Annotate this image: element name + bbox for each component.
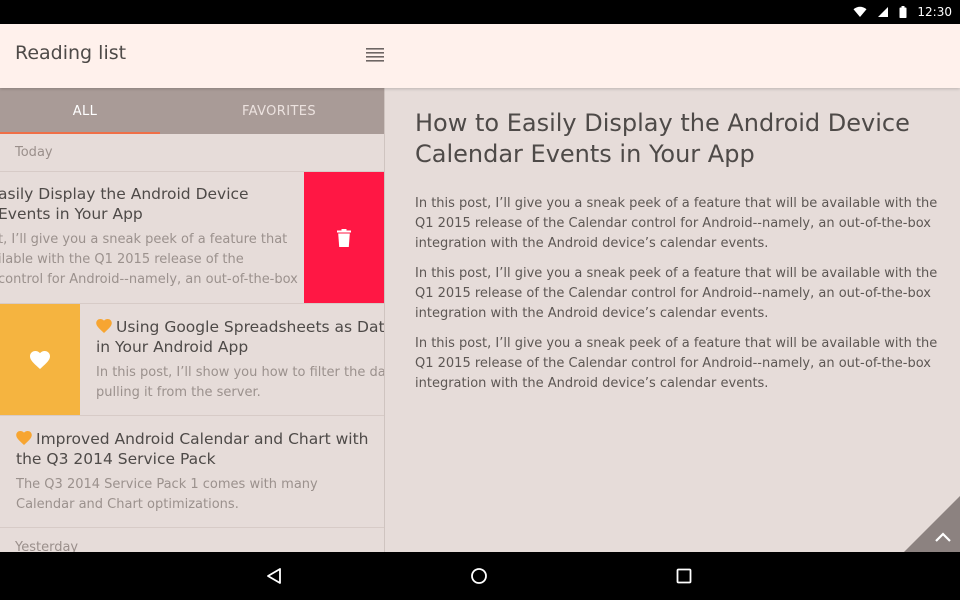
tab-bar: ALL FAVORITES xyxy=(0,88,384,134)
list-item[interactable]: asily Display the Android Device Events … xyxy=(0,172,384,303)
tab-favorites[interactable]: FAVORITES xyxy=(180,88,378,134)
favorite-heart-icon xyxy=(96,319,112,333)
app-title: Reading list xyxy=(15,42,127,64)
list-item-summary: In this post, I’ll show you how to filte… xyxy=(96,365,384,400)
divider xyxy=(0,527,384,528)
trash-icon[interactable] xyxy=(337,228,351,247)
favorite-action[interactable] xyxy=(0,304,80,415)
section-header-today: Today xyxy=(15,145,53,160)
list-item-title: Using Google Spreadsheets as Data S in Y… xyxy=(96,318,384,356)
delete-action[interactable] xyxy=(304,172,384,303)
tab-all[interactable]: ALL xyxy=(0,88,170,134)
list-item[interactable]: Improved Android Calendar and Chart with… xyxy=(0,416,384,527)
status-bar: 12:30 xyxy=(0,0,960,24)
article-title: How to Easily Display the Android Device… xyxy=(415,109,910,168)
wifi-icon xyxy=(853,6,867,17)
list-icon[interactable] xyxy=(366,46,384,64)
signal-icon xyxy=(878,7,889,17)
tab-indicator xyxy=(0,132,160,134)
reading-list-pane: ALL FAVORITES Today asily Display the An… xyxy=(0,88,384,552)
recents-icon[interactable] xyxy=(674,566,694,586)
status-time: 12:30 xyxy=(917,5,952,19)
status-icons: 12:30 xyxy=(853,0,952,24)
list-item-summary: The Q3 2014 Service Pack 1 comes with ma… xyxy=(16,477,318,512)
navigation-bar xyxy=(0,552,960,600)
list-item[interactable]: Using Google Spreadsheets as Data S in Y… xyxy=(0,304,384,415)
heart-icon[interactable] xyxy=(30,350,50,369)
favorite-heart-icon xyxy=(16,431,32,445)
app-bar: Reading list xyxy=(0,24,960,88)
list-item-title: asily Display the Android Device Events … xyxy=(0,185,249,223)
article-detail-pane: How to Easily Display the Android Device… xyxy=(385,88,960,552)
list-item-summary: t, I’ll give you a sneak peek of a featu… xyxy=(0,232,298,287)
list-item-title: Improved Android Calendar and Chart with… xyxy=(16,430,369,468)
list-item-content: Improved Android Calendar and Chart with… xyxy=(16,429,368,515)
article-paragraph: In this post, I’ll give you a sneak peek… xyxy=(415,266,938,321)
scroll-top-button[interactable] xyxy=(904,496,960,552)
list-item-content: Using Google Spreadsheets as Data S in Y… xyxy=(96,317,384,403)
home-icon[interactable] xyxy=(469,566,489,586)
article-paragraph: In this post, I’ll give you a sneak peek… xyxy=(415,196,938,251)
battery-icon xyxy=(899,6,907,18)
back-icon[interactable] xyxy=(265,566,285,586)
article-paragraph: In this post, I’ll give you a sneak peek… xyxy=(415,336,938,391)
list-item-content: asily Display the Android Device Events … xyxy=(0,184,298,290)
section-header-yesterday: Yesterday xyxy=(15,540,79,552)
